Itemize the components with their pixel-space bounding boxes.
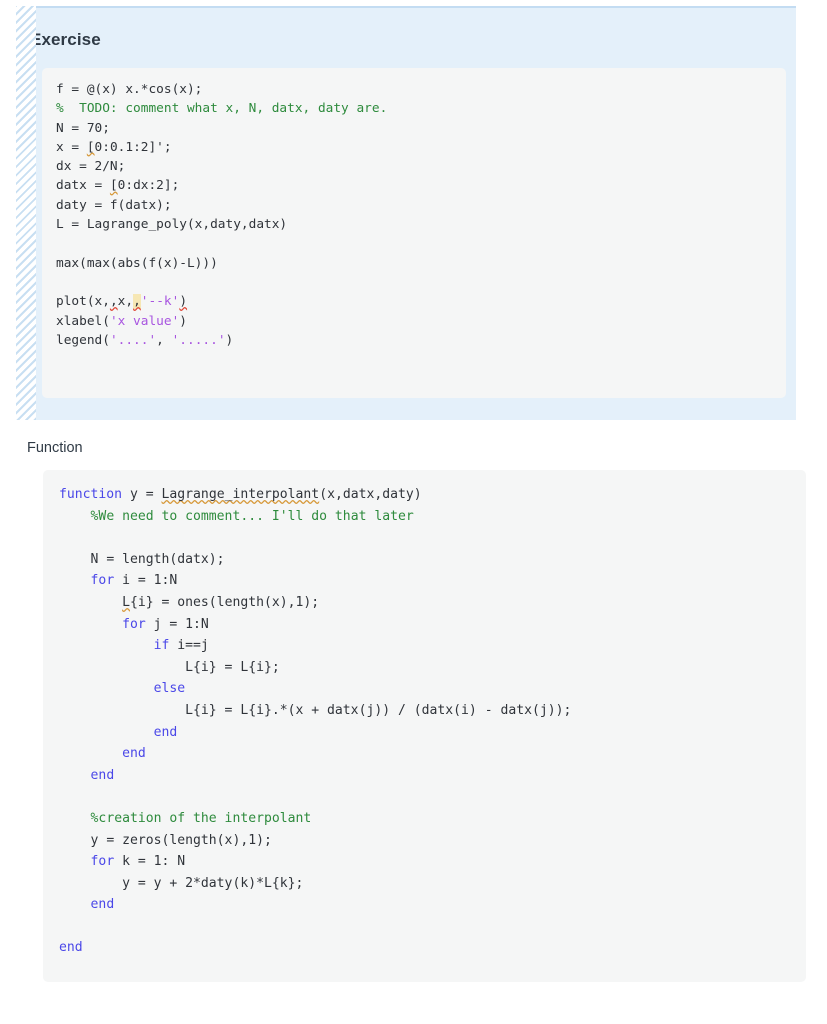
exercise-title: Exercise (30, 30, 101, 49)
function-code-block[interactable]: function y = Lagrange_interpolant(x,datx… (43, 470, 806, 982)
function-section-label: Function (27, 440, 83, 456)
exercise-panel: Exercise f = @(x) x.*cos(x); % TODO: com… (16, 6, 796, 420)
left-hatch-gutter-icon (16, 6, 36, 420)
exercise-code-text: f = @(x) x.*cos(x); % TODO: comment what… (56, 82, 388, 348)
function-code-text: function y = Lagrange_interpolant(x,datx… (59, 487, 572, 956)
exercise-code-block[interactable]: f = @(x) x.*cos(x); % TODO: comment what… (42, 68, 786, 398)
